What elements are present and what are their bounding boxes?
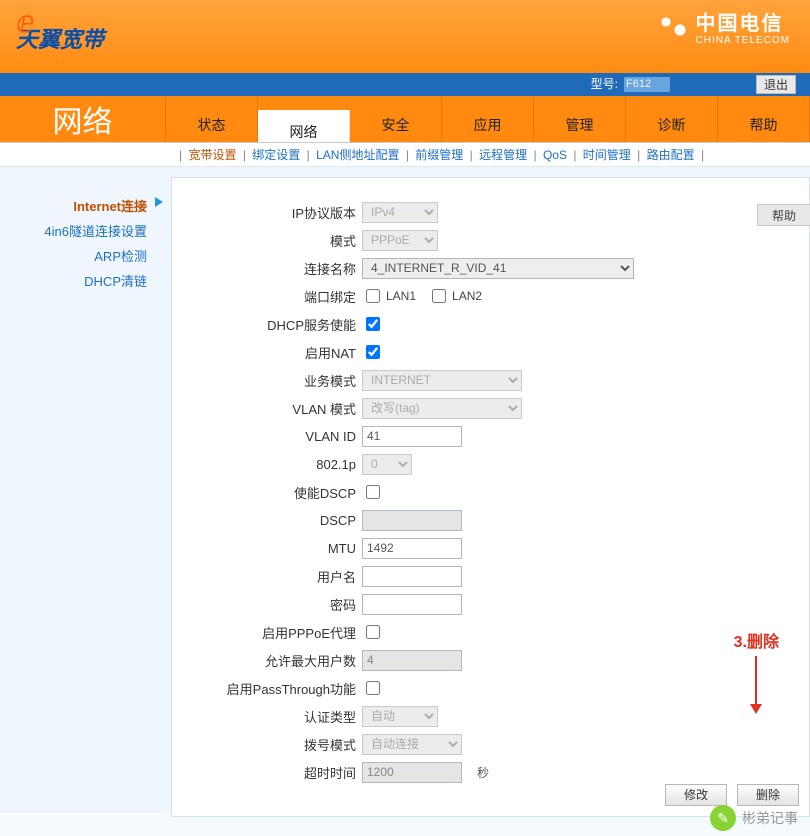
wechat-icon: ✎ [710,805,736,831]
sidebar: Internet连接 4in6隧道连接设置 ARP检测 DHCP清链 [0,167,165,813]
lbl-vlan-id: VLAN ID [172,429,362,444]
subnav-qos[interactable]: QoS [541,148,569,162]
lbl-vlan-mode: VLAN 模式 [172,399,362,418]
main-area: Internet连接 4in6隧道连接设置 ARP检测 DHCP清链 帮助 IP… [0,167,810,813]
lbl-password: 密码 [172,595,362,614]
brand-left: ⅇ 天翼宽带 [16,6,104,50]
top-nav: 网络 状态 网络 安全 应用 管理 诊断 帮助 [0,96,810,142]
subnav-prefix[interactable]: 前缀管理 [413,148,465,162]
china-telecom-en: CHINA TELECOM [696,35,791,46]
lbl-mtu: MTU [172,541,362,556]
checkbox-lan1[interactable] [366,289,380,303]
lbl-dscp-en: 使能DSCP [172,483,362,502]
sidebar-item-internet[interactable]: Internet连接 [0,193,165,218]
input-mtu[interactable] [362,538,462,559]
select-ip-ver[interactable]: IPv4 [362,202,438,223]
select-8021p[interactable]: 0 [362,454,412,475]
logout-button[interactable]: 退出 [756,75,796,94]
lan1-option[interactable]: LAN1 [362,286,416,306]
checkbox-dhcp-srv[interactable] [366,317,380,331]
tab-security[interactable]: 安全 [350,96,442,142]
china-telecom-cn: 中国电信 [696,13,784,35]
tab-help[interactable]: 帮助 [718,96,810,142]
checkbox-dscp-enable[interactable] [366,485,380,499]
page-title-cell: 网络 [0,96,165,142]
subnav-route[interactable]: 路由配置 [645,148,697,162]
lbl-8021p: 802.1p [172,457,362,472]
model-value: F612 [624,77,670,92]
content-panel: 帮助 IP协议版本 IPv4 模式 PPPoE 连接名称 4_INTERNET_… [171,177,810,817]
input-password[interactable] [362,594,462,615]
input-vlan-id[interactable] [362,426,462,447]
tab-diagnose[interactable]: 诊断 [626,96,718,142]
timeout-suffix: 秒 [477,764,489,781]
lbl-dscp: DSCP [172,513,362,528]
lbl-port-bind: 端口绑定 [172,287,362,306]
tab-management[interactable]: 管理 [534,96,626,142]
sub-nav: | 宽带设置 | 绑定设置 | LAN侧地址配置 | 前缀管理 | 远程管理 |… [0,143,810,167]
lbl-svc-mode: 业务模式 [172,371,362,390]
page-title: 网络 [53,97,113,141]
annotation-arrow-icon [755,656,757,712]
model-label: 型号: [591,73,618,96]
wan-form: IP协议版本 IPv4 模式 PPPoE 连接名称 4_INTERNET_R_V… [172,178,809,786]
lbl-passthrough: 启用PassThrough功能 [172,679,362,698]
checkbox-pppoe-proxy[interactable] [366,625,380,639]
subnav-binding[interactable]: 绑定设置 [250,148,302,162]
subnav-time[interactable]: 时间管理 [581,148,633,162]
tab-network[interactable]: 网络 [258,110,350,142]
header-banner: ⅇ 天翼宽带 中国电信 CHINA TELECOM [0,0,810,73]
annotation-text: 3.删除 [734,634,779,651]
main-tabs: 状态 网络 安全 应用 管理 诊断 帮助 [165,96,810,142]
lbl-max-users: 允许最大用户数 [172,651,362,670]
lbl-timeout: 超时时间 [172,763,362,782]
lan2-option[interactable]: LAN2 [428,286,482,306]
delete-button[interactable]: 删除 [737,784,799,806]
sidebar-item-4in6[interactable]: 4in6隧道连接设置 [0,218,165,243]
china-telecom-text: 中国电信 CHINA TELECOM [696,13,791,46]
input-max-users[interactable] [362,650,462,671]
tab-status[interactable]: 状态 [165,96,258,142]
input-dscp[interactable] [362,510,462,531]
checkbox-nat[interactable] [366,345,380,359]
lbl-mode: 模式 [172,231,362,250]
lbl-nat: 启用NAT [172,343,362,362]
brand-right: 中国电信 CHINA TELECOM [656,12,791,46]
watermark: ✎ 彬弟记事 [710,805,798,831]
tab-application[interactable]: 应用 [442,96,534,142]
lbl-conn-name: 连接名称 [172,259,362,278]
subnav-remote[interactable]: 远程管理 [477,148,529,162]
input-username[interactable] [362,566,462,587]
modify-button[interactable]: 修改 [665,784,727,806]
tianyi-swirl-icon: ⅇ [16,9,34,37]
annotation-delete: 3.删除 [734,628,779,712]
subnav-lan-addr[interactable]: LAN侧地址配置 [314,148,401,162]
sidebar-item-dhcp-clear[interactable]: DHCP清链 [0,268,165,293]
select-connection[interactable]: 4_INTERNET_R_VID_41 [362,258,634,279]
select-service-mode[interactable]: INTERNET [362,370,522,391]
lbl-dial-mode: 拨号模式 [172,735,362,754]
select-dial-mode[interactable]: 自动连接 [362,734,462,755]
lbl-dhcp-srv: DHCP服务使能 [172,315,362,334]
watermark-text: 彬弟记事 [742,808,798,828]
button-bar: 修改 删除 [665,784,799,806]
lbl-auth-type: 认证类型 [172,707,362,726]
input-timeout[interactable] [362,762,462,783]
lbl-username: 用户名 [172,567,362,586]
checkbox-lan2[interactable] [432,289,446,303]
select-auth-type[interactable]: 自动 [362,706,438,727]
china-telecom-icon [656,12,690,46]
select-vlan-mode[interactable]: 改写(tag) [362,398,522,419]
model-bar: 型号: F612 退出 [0,73,810,96]
help-button[interactable]: 帮助 [757,204,810,226]
lbl-pppoe-proxy: 启用PPPoE代理 [172,623,362,642]
checkbox-passthrough[interactable] [366,681,380,695]
sidebar-item-arp[interactable]: ARP检测 [0,243,165,268]
lbl-ip-ver: IP协议版本 [172,203,362,222]
select-mode[interactable]: PPPoE [362,230,438,251]
subnav-broadband[interactable]: 宽带设置 [186,148,238,162]
